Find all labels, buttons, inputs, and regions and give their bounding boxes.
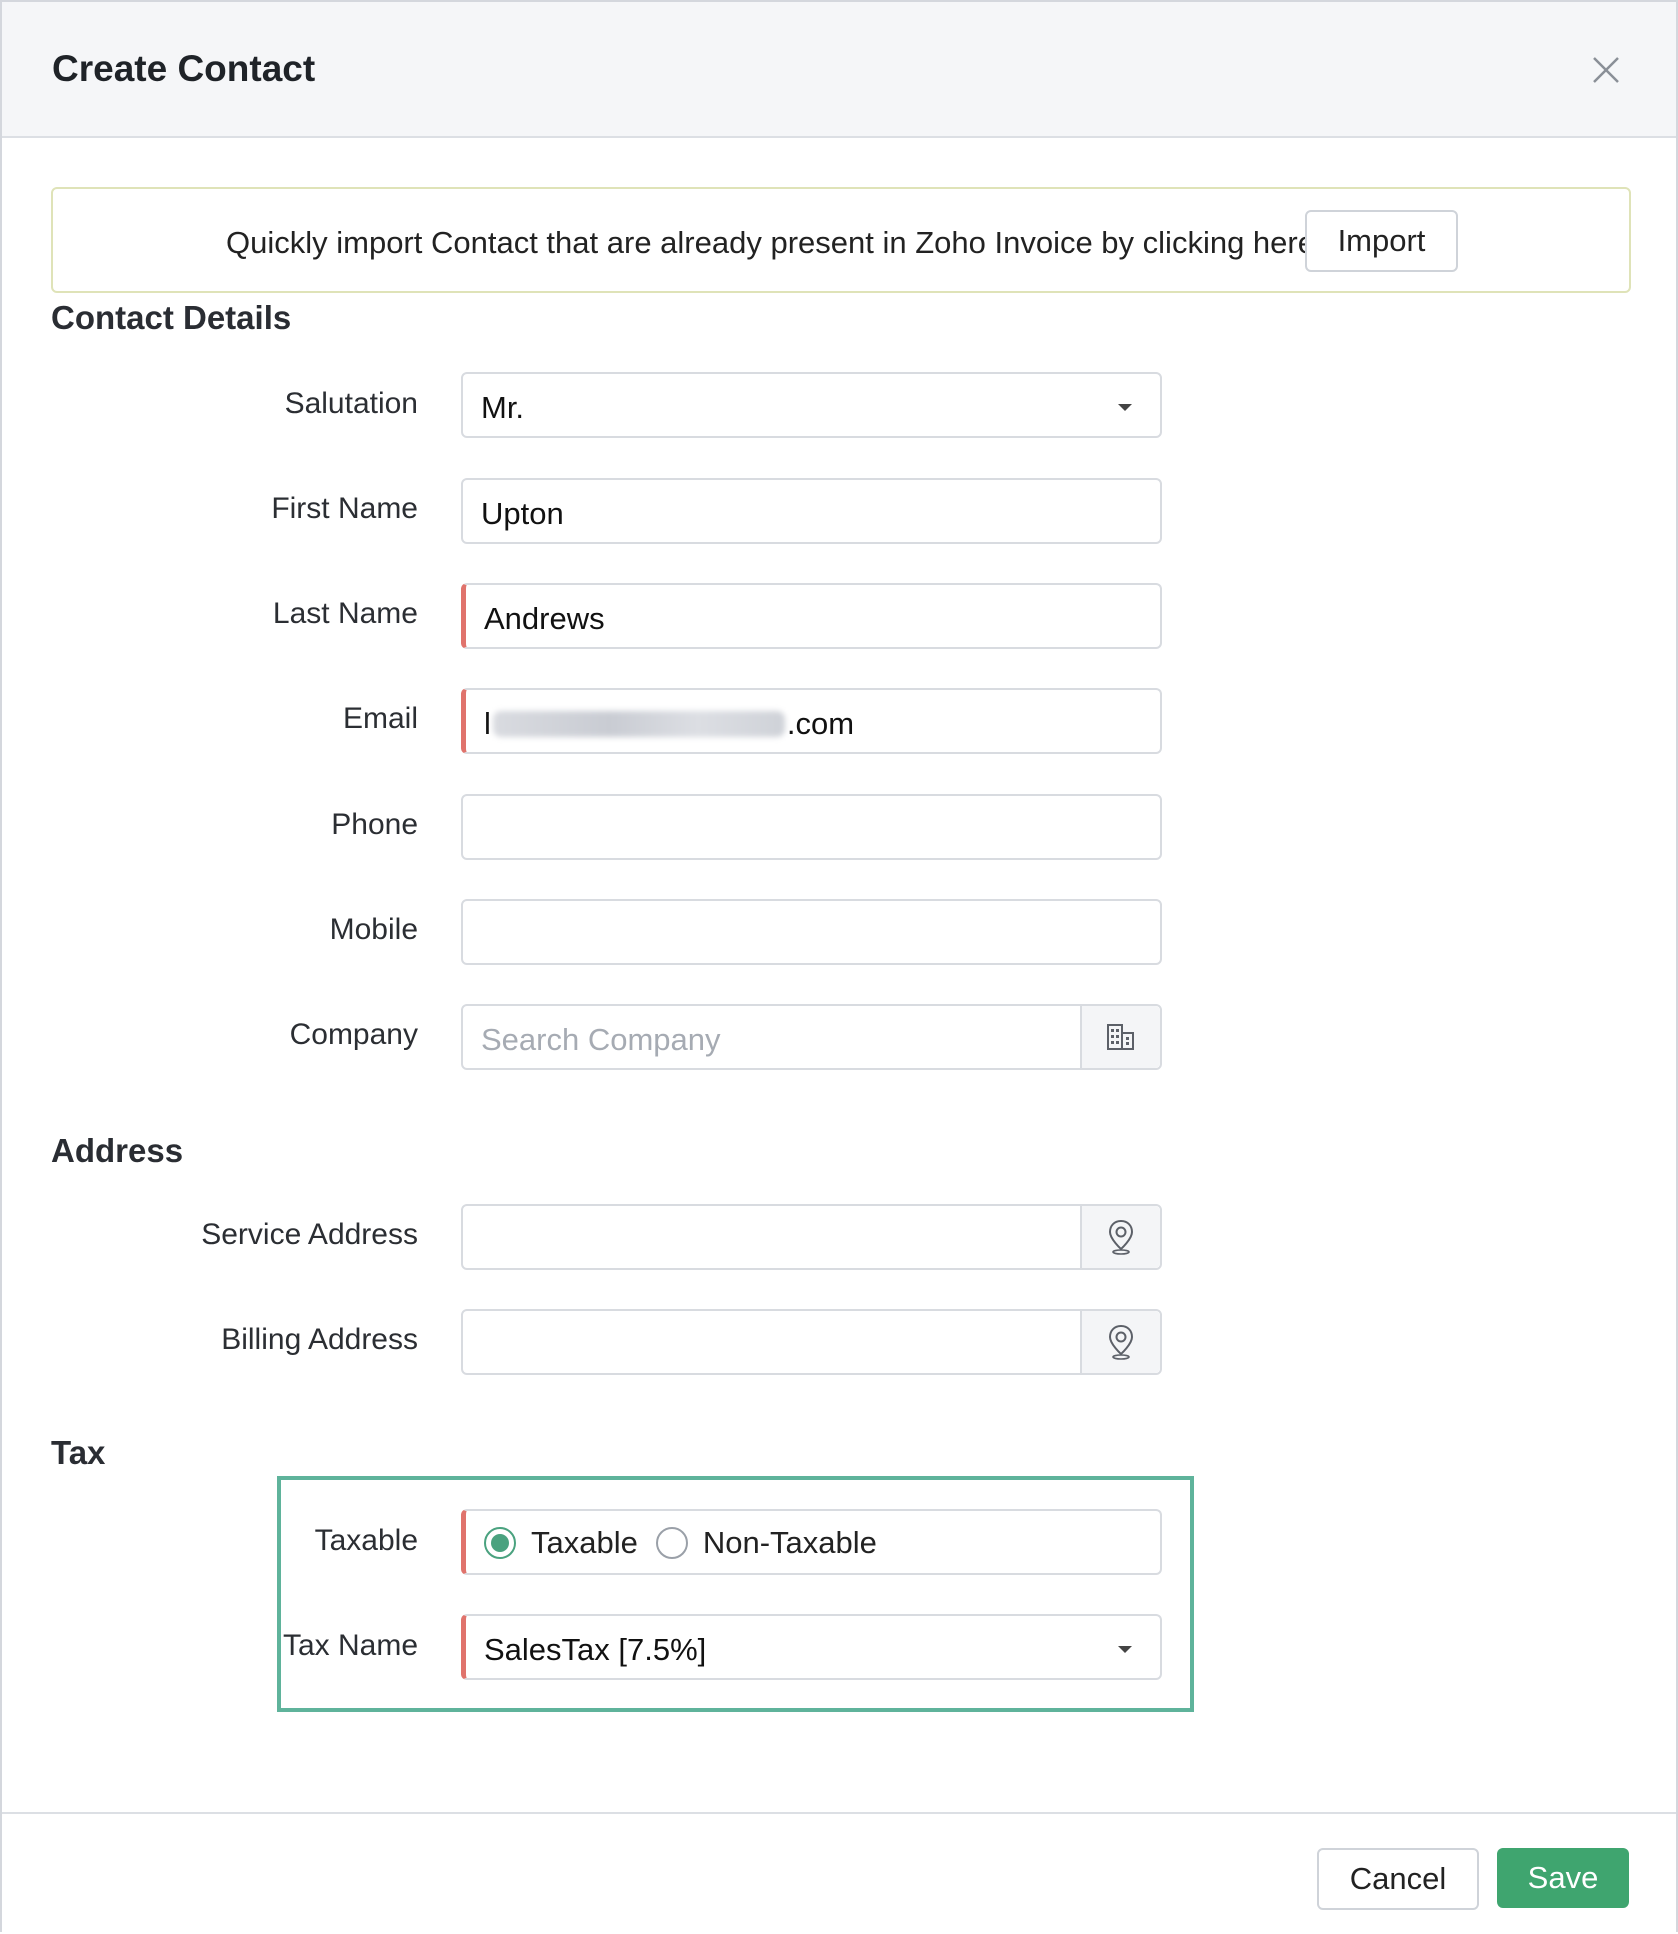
tax-heading: Tax <box>51 1434 106 1471</box>
salutation-label: Salutation <box>284 387 418 420</box>
taxable-radio-group: Taxable Non-Taxable <box>461 1509 1162 1575</box>
taxable-label: Taxable <box>314 1524 418 1557</box>
company-search-input[interactable]: Search Company <box>461 1004 1162 1070</box>
last-name-value: Andrews <box>484 601 605 636</box>
service-address-input[interactable] <box>461 1204 1162 1270</box>
dialog-title: Create Contact <box>52 48 316 89</box>
import-message: Quickly import Contact that are already … <box>226 225 1315 260</box>
dialog-header: Create Contact <box>2 2 1676 138</box>
email-value-end: .com <box>786 706 855 741</box>
save-button[interactable]: Save <box>1497 1848 1629 1908</box>
last-name-input[interactable]: Andrews <box>461 583 1162 649</box>
billing-address-label: Billing Address <box>221 1323 418 1356</box>
company-label: Company <box>289 1018 418 1051</box>
salutation-select[interactable]: Mr. <box>461 372 1162 438</box>
email-value: l .com <box>484 706 854 742</box>
mobile-label: Mobile <box>329 913 418 946</box>
salutation-value: Mr. <box>481 390 525 425</box>
first-name-value: Upton <box>481 496 564 531</box>
location-pin-icon[interactable] <box>1080 1206 1160 1268</box>
import-banner: Quickly import Contact that are already … <box>51 187 1631 293</box>
taxable-radio[interactable] <box>484 1527 516 1559</box>
tax-name-value: SalesTax [7.5%] <box>484 1632 707 1667</box>
redacted-email-blur <box>492 710 785 737</box>
phone-label: Phone <box>331 808 418 841</box>
email-value-start: l <box>484 706 491 741</box>
location-pin-icon[interactable] <box>1080 1311 1160 1373</box>
billing-address-input[interactable] <box>461 1309 1162 1375</box>
mobile-input[interactable] <box>461 899 1162 965</box>
tax-name-label: Tax Name <box>282 1629 418 1662</box>
non-taxable-radio[interactable] <box>655 1527 688 1559</box>
chevron-down-icon <box>1118 1646 1132 1653</box>
contact-details-heading: Contact Details <box>51 299 292 336</box>
import-button[interactable]: Import <box>1305 210 1458 272</box>
last-name-label: Last Name <box>272 597 418 630</box>
non-taxable-option-label[interactable]: Non-Taxable <box>703 1525 877 1561</box>
email-label: Email <box>342 702 418 735</box>
cancel-button[interactable]: Cancel <box>1317 1848 1479 1910</box>
tax-name-select[interactable]: SalesTax [7.5%] <box>461 1614 1162 1680</box>
building-icon[interactable] <box>1080 1006 1160 1068</box>
address-heading: Address <box>51 1132 184 1169</box>
company-placeholder: Search Company <box>481 1022 721 1057</box>
first-name-label: First Name <box>271 492 418 525</box>
phone-input[interactable] <box>461 794 1162 860</box>
taxable-option-label[interactable]: Taxable <box>531 1525 638 1561</box>
first-name-input[interactable]: Upton <box>461 478 1162 544</box>
service-address-label: Service Address <box>201 1218 418 1251</box>
create-contact-dialog: Create Contact Quickly import Contact th… <box>0 0 1678 1934</box>
email-input[interactable]: l .com <box>461 688 1162 754</box>
close-icon[interactable] <box>1586 50 1626 90</box>
dialog-footer: Cancel Save <box>2 1812 1676 1934</box>
chevron-down-icon <box>1118 404 1132 411</box>
